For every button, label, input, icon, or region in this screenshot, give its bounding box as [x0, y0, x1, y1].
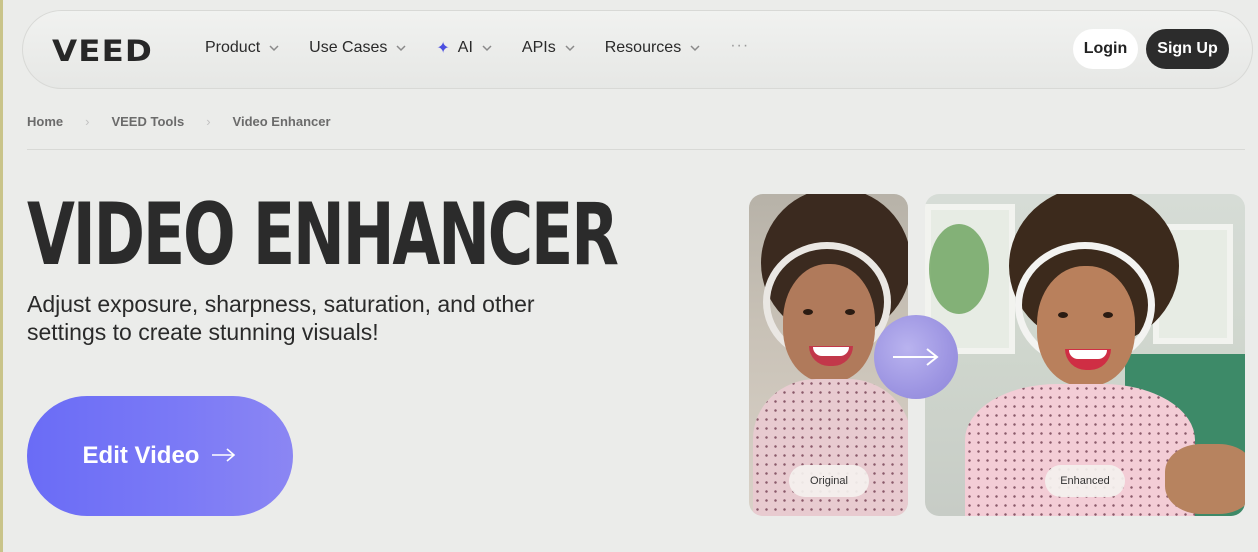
menu-item-apis[interactable]: APIs [522, 39, 575, 57]
enhanced-label: Enhanced [1045, 465, 1125, 497]
chevron-down-icon [690, 43, 700, 53]
login-button[interactable]: Login [1073, 29, 1138, 69]
arrow-right-icon [211, 442, 237, 470]
menu-item-label: APIs [521, 39, 556, 56]
menu-item-resources[interactable]: Resources [605, 39, 700, 57]
enhanced-preview-image: Enhanced [925, 194, 1245, 516]
sparkle-icon: ✦ [436, 40, 450, 57]
menu-item-product[interactable]: Product [205, 39, 279, 57]
divider [27, 149, 1245, 150]
page-subtitle: Adjust exposure, sharpness, saturation, … [27, 291, 535, 345]
more-menu-icon[interactable]: ··· [730, 37, 749, 55]
menu-item-label: AI [457, 39, 473, 56]
menu-item-label: Use Cases [309, 39, 388, 56]
edit-video-label: Edit Video [82, 442, 200, 469]
chevron-right-icon: › [85, 114, 90, 129]
breadcrumb-veed-tools[interactable]: VEED Tools [111, 114, 184, 129]
top-navbar: VEED Product Use Cases ✦ AI APIs Resourc… [22, 10, 1253, 89]
breadcrumb-current: Video Enhancer [232, 114, 331, 129]
chevron-down-icon [482, 43, 492, 53]
chevron-right-icon: › [206, 114, 211, 129]
breadcrumb-home[interactable]: Home [27, 114, 63, 129]
breadcrumb: Home › VEED Tools › Video Enhancer [27, 114, 331, 129]
menu-item-label: Resources [604, 39, 682, 56]
chevron-down-icon [269, 43, 279, 53]
chevron-down-icon [396, 43, 406, 53]
veed-logo[interactable]: VEED [52, 34, 153, 68]
original-label: Original [789, 465, 869, 497]
page-title: VIDEO ENHANCER [27, 185, 619, 285]
menu-item-ai[interactable]: ✦ AI [436, 38, 492, 58]
signup-button[interactable]: Sign Up [1146, 29, 1229, 69]
chevron-down-icon [565, 43, 575, 53]
menu-item-label: Product [205, 39, 261, 56]
edit-video-button[interactable]: Edit Video [27, 396, 293, 516]
main-menu: Product Use Cases ✦ AI APIs Resources ··… [205, 37, 779, 58]
menu-item-use-cases[interactable]: Use Cases [309, 39, 406, 57]
comparison-arrow-icon [874, 315, 958, 399]
